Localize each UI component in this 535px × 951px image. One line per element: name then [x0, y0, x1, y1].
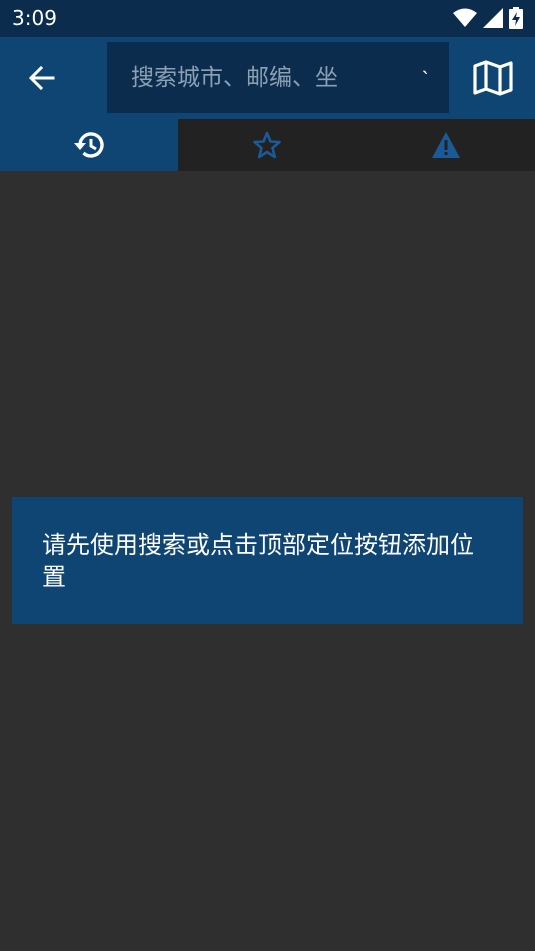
locate-button[interactable]: ˴ — [411, 60, 439, 92]
status-time: 3:09 — [12, 6, 57, 30]
status-icons — [453, 7, 523, 29]
status-bar: 3:09 — [0, 0, 535, 37]
warning-icon — [431, 132, 460, 158]
back-button[interactable] — [16, 54, 66, 102]
tab-favorites[interactable] — [178, 119, 356, 171]
signal-icon — [483, 8, 503, 28]
star-icon — [253, 131, 282, 159]
map-icon — [473, 60, 513, 96]
empty-state-message: 请先使用搜索或点击顶部定位按钮添加位置 — [42, 531, 474, 591]
arrow-left-icon — [28, 65, 55, 91]
empty-state-card: 请先使用搜索或点击顶部定位按钮添加位置 — [12, 497, 523, 624]
search-box: ˴ — [107, 42, 449, 113]
tab-bar — [0, 119, 535, 171]
wifi-icon — [453, 8, 477, 27]
tab-alerts[interactable] — [357, 119, 535, 171]
tab-history[interactable] — [0, 119, 179, 171]
content-area: 请先使用搜索或点击顶部定位按钮添加位置 — [0, 171, 535, 951]
battery-charging-icon — [509, 7, 523, 29]
map-button[interactable] — [471, 54, 515, 102]
search-input[interactable] — [131, 42, 391, 113]
app-bar: ˴ — [0, 37, 535, 119]
history-icon — [74, 132, 104, 158]
